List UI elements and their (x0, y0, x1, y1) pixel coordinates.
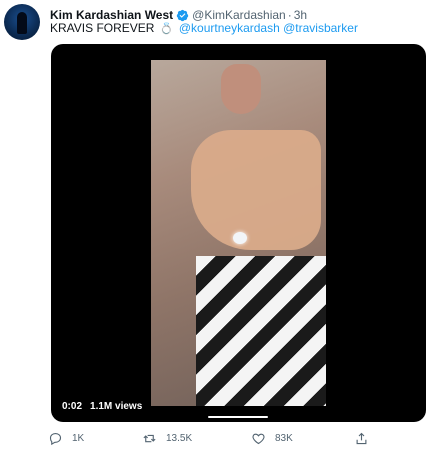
heart-icon (252, 433, 265, 445)
mention-link[interactable]: @travisbarker (283, 21, 358, 35)
share-button[interactable] (354, 431, 369, 446)
video-player[interactable]: 0:02 1.1M views (51, 44, 426, 422)
retweet-button[interactable]: 13.5K (142, 431, 192, 446)
video-views: 1.1M views (90, 400, 143, 412)
header-separator: · (287, 8, 292, 22)
video-striped-shirt (196, 256, 326, 406)
tweet-text-prefix: KRAVIS FOREVER (50, 21, 155, 35)
mention-link[interactable]: @kourtneykardash (179, 21, 280, 35)
tweet-timestamp[interactable]: 3h (294, 8, 307, 22)
retweet-count: 13.5K (166, 433, 193, 444)
reply-button[interactable]: 1K (48, 431, 84, 446)
retweet-icon (143, 434, 156, 443)
video-progress-bar[interactable] (208, 416, 268, 418)
share-icon (356, 432, 367, 445)
reply-icon (49, 432, 62, 446)
like-button[interactable]: 83K (251, 431, 293, 446)
author-name[interactable]: Kim Kardashian West (50, 8, 173, 22)
verified-badge-icon (176, 9, 189, 21)
avatar-figure (17, 12, 27, 34)
author-handle[interactable]: @KimKardashian (192, 8, 286, 22)
author-avatar[interactable] (4, 4, 40, 40)
tweet[interactable]: Kim Kardashian West @KimKardashian · 3h … (0, 0, 440, 449)
tweet-actions: 1K 13.5K 83K (48, 431, 378, 447)
video-elapsed: 0:02 (62, 400, 83, 412)
like-count: 83K (275, 433, 293, 444)
video-frame (151, 60, 326, 406)
tweet-text: KRAVIS FOREVER 💍 @kourtneykardash @travi… (50, 21, 358, 35)
video-time-views-badge: 0:02 1.1M views (57, 398, 148, 414)
video-ring-shape (233, 232, 247, 244)
ring-emoji-icon: 💍 (159, 23, 174, 35)
video-ear-shape (221, 64, 261, 114)
video-hand-shape (191, 130, 321, 250)
reply-count: 1K (72, 433, 85, 444)
